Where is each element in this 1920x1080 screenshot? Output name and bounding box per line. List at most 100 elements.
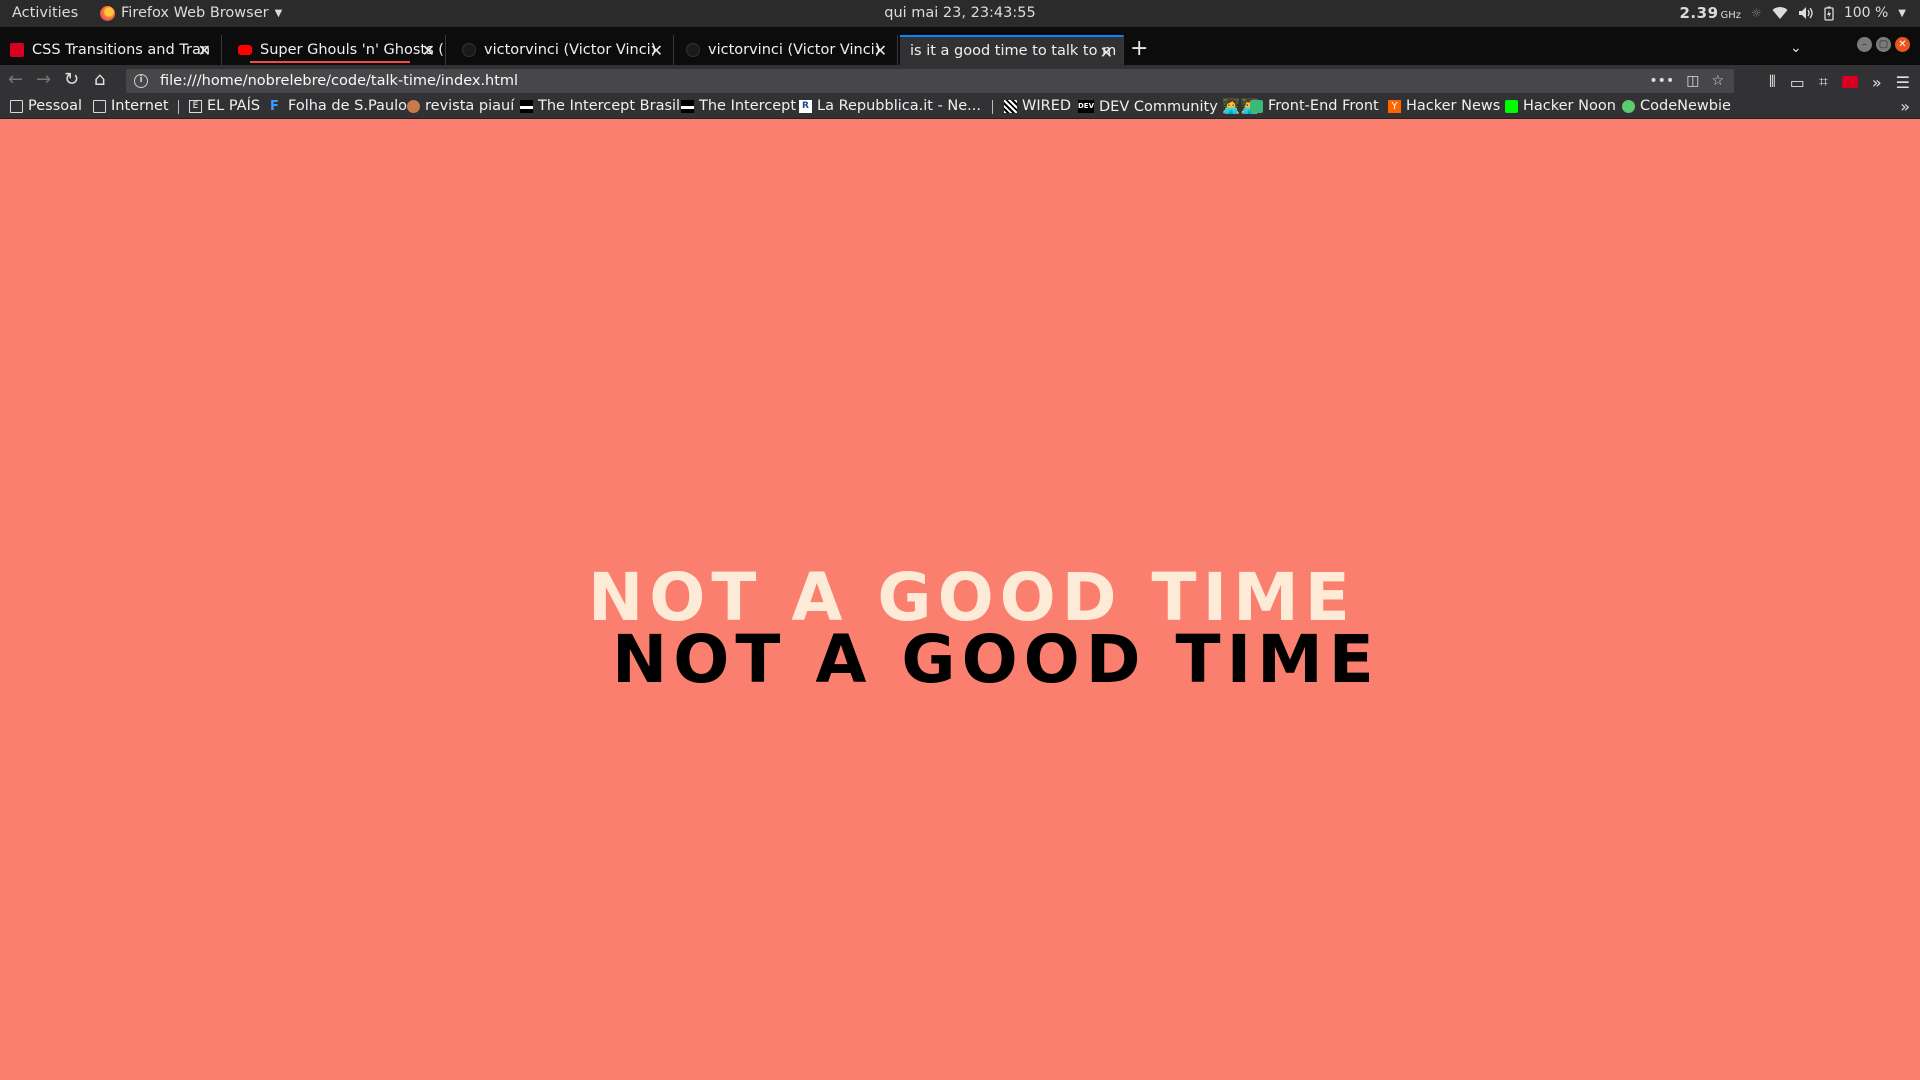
intercept-icon (681, 99, 694, 113)
minimize-button[interactable]: – (1857, 37, 1872, 52)
folder-icon (93, 99, 106, 113)
brightness-icon: ☼ (1751, 6, 1762, 20)
address-bar[interactable]: i file:///home/nobrelebre/code/talk-time… (126, 69, 1734, 93)
bookmark-label: Hacker Noon (1523, 98, 1616, 114)
bookmark-label: La Repubblica.it - Ne... (817, 98, 982, 114)
tab-super-ghouls[interactable]: Super Ghouls 'n' Ghosts ( ✕ (228, 35, 446, 65)
hamburger-menu-icon[interactable]: ☰ (1896, 73, 1910, 92)
bookmark-folder-internet[interactable]: Internet (93, 98, 169, 114)
bookmark-label: CodeNewbie (1640, 98, 1731, 114)
bookmark-folder-pessoal[interactable]: Pessoal (10, 98, 82, 114)
bookmark-label: revista piauí (425, 98, 515, 114)
bookmark-label: WIRED (1022, 98, 1072, 114)
tab-title: Super Ghouls 'n' Ghosts ( (260, 42, 444, 58)
close-window-button[interactable]: ✕ (1895, 37, 1910, 52)
repubblica-icon: R (799, 99, 812, 113)
wired-icon (1004, 99, 1017, 113)
codenewbie-icon (1622, 99, 1635, 113)
screenshot-icon[interactable]: ⌗ (1819, 72, 1828, 92)
tab-victorvinci-1[interactable]: victorvinci (Victor Vinci) ✕ (452, 35, 674, 65)
extension-icon[interactable] (1841, 76, 1858, 88)
bookmark-intercept[interactable]: The Intercept (681, 98, 796, 114)
bookmark-hacker-noon[interactable]: Hacker Noon (1505, 98, 1616, 114)
intercept-icon (520, 99, 533, 113)
close-tab-icon[interactable]: ✕ (650, 41, 663, 60)
site-favicon-icon (10, 43, 24, 57)
bookmark-label: Folha de S.Paulo (288, 98, 408, 114)
sidebar-icon[interactable]: ▭ (1790, 73, 1805, 92)
dev-icon: DEV (1078, 100, 1094, 113)
activities-button[interactable]: Activities (12, 5, 78, 21)
bookmark-el-pais[interactable]: E EL PAÍS (189, 98, 260, 114)
system-menu-arrow-icon: ▼ (1898, 7, 1906, 19)
window-controls: – ▢ ✕ (1857, 37, 1910, 52)
site-info-icon[interactable]: i (134, 74, 148, 88)
tab-title: is it a good time to talk to m (910, 43, 1117, 59)
bookmark-label: EL PAÍS (207, 98, 261, 114)
system-tray[interactable]: 2.39 GHz ☼ 100 % ▼ (1680, 4, 1907, 22)
reload-button[interactable]: ↻ (64, 70, 79, 90)
bookmark-repubblica[interactable]: R La Repubblica.it - Ne... (799, 98, 981, 114)
page-actions-icon[interactable]: ••• (1649, 73, 1674, 89)
clock[interactable]: qui mai 23, 23:43:55 (0, 5, 1920, 21)
bookmark-dev-community[interactable]: DEV DEV Community 👩‍💻👨‍💻 (1078, 98, 1259, 115)
tab-css-transitions[interactable]: CSS Transitions and Tran ✕ (0, 35, 222, 65)
bookmark-label: The Intercept Brasil (538, 98, 681, 114)
bookmark-label: Internet (111, 98, 169, 114)
bookmark-label: Pessoal (28, 98, 83, 114)
toolbar-right: ⫴ ▭ ⌗ » ☰ (1769, 72, 1910, 92)
close-tab-icon[interactable]: ✕ (422, 41, 435, 60)
cpu-frequency: 2.39 (1679, 4, 1719, 22)
bookmark-folha[interactable]: F Folha de S.Paulo (270, 98, 407, 114)
youtube-icon (238, 45, 252, 55)
forward-button[interactable]: → (36, 70, 51, 90)
back-button[interactable]: ← (8, 70, 23, 90)
bookmark-revista-piaui[interactable]: revista piauí (407, 98, 514, 114)
more-bookmarks-icon[interactable]: » (1900, 97, 1910, 116)
tab-good-time-active[interactable]: is it a good time to talk to m ✕ (900, 35, 1124, 65)
front-end-front-icon (1250, 99, 1263, 113)
tab-strip: CSS Transitions and Tran ✕ Super Ghouls … (0, 27, 1920, 65)
piaui-icon (407, 99, 420, 113)
bookmark-star-icon[interactable]: ☆ (1711, 73, 1724, 89)
el-pais-icon: E (189, 99, 202, 113)
github-icon (686, 43, 700, 57)
folha-icon: F (270, 98, 279, 114)
overflow-menu-icon[interactable]: » (1872, 73, 1882, 92)
hacker-noon-icon (1505, 99, 1518, 113)
battery-icon (1824, 6, 1834, 21)
firefox-icon (100, 5, 115, 21)
bookmark-front-end-front[interactable]: Front-End Front (1250, 98, 1379, 114)
bookmark-label: The Intercept (699, 98, 797, 114)
bookmark-wired[interactable]: WIRED (1004, 98, 1071, 114)
maximize-button[interactable]: ▢ (1876, 37, 1891, 52)
bookmark-intercept-brasil[interactable]: The Intercept Brasil (520, 98, 680, 114)
url-text[interactable]: file:///home/nobrelebre/code/talk-time/i… (160, 73, 1649, 89)
bookmark-label: Hacker News (1406, 98, 1501, 114)
bookmark-hacker-news[interactable]: Y Hacker News (1388, 98, 1500, 114)
volume-icon (1798, 7, 1813, 19)
bookmark-label: Front-End Front (1268, 98, 1379, 114)
bookmark-codenewbie[interactable]: CodeNewbie (1622, 98, 1731, 114)
github-icon (462, 43, 476, 57)
close-tab-icon[interactable]: ✕ (198, 41, 211, 60)
library-icon[interactable]: ⫴ (1769, 72, 1776, 92)
headline-dark: NOT A GOOD TIME (612, 621, 1380, 698)
pocket-icon[interactable]: ◫ (1686, 73, 1699, 89)
list-all-tabs-icon[interactable]: ⌄ (1790, 40, 1802, 56)
page-content: NOT A GOOD TIME NOT A GOOD TIME (0, 119, 1920, 1080)
close-tab-icon[interactable]: ✕ (1100, 43, 1113, 62)
new-tab-button[interactable]: + (1130, 38, 1148, 60)
cpu-frequency-unit: GHz (1720, 10, 1742, 21)
navigation-toolbar: ← → ↻ ⌂ i file:///home/nobrelebre/code/t… (0, 65, 1920, 97)
bookmark-separator (178, 100, 179, 114)
tab-title: victorvinci (Victor Vinci) (484, 42, 657, 58)
folder-icon (10, 99, 23, 113)
app-menu[interactable]: Firefox Web Browser ▼ (100, 5, 282, 21)
wifi-icon (1772, 7, 1788, 20)
tab-victorvinci-2[interactable]: victorvinci (Victor Vinci) ✕ (676, 35, 898, 65)
close-tab-icon[interactable]: ✕ (874, 41, 887, 60)
system-top-bar: Activities Firefox Web Browser ▼ qui mai… (0, 0, 1920, 27)
media-playing-indicator (250, 61, 410, 63)
home-button[interactable]: ⌂ (94, 70, 105, 90)
